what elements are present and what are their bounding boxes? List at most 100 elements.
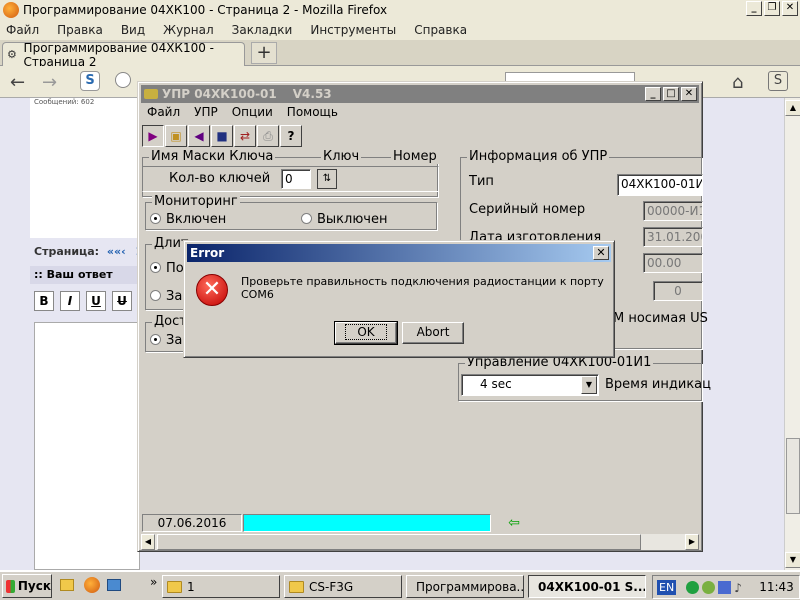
open-folder-icon[interactable]: ▣: [165, 125, 187, 147]
clock: 11:43: [759, 580, 794, 594]
tray-status-icon[interactable]: [702, 580, 716, 594]
read-device-icon[interactable]: ◀: [188, 125, 210, 147]
monitoring-off-radio[interactable]: Выключен: [301, 212, 387, 227]
indication-label: Время индикац: [605, 377, 711, 392]
scroll-left-icon[interactable]: ◀: [141, 534, 155, 550]
back-icon[interactable]: ←: [10, 72, 25, 93]
format-toolbar: B I U U: [34, 291, 132, 311]
minimize-button[interactable]: _: [746, 1, 762, 16]
taskbar-item-firefox[interactable]: Программирова...: [406, 575, 524, 598]
taskbar-item-cs-f3g[interactable]: CS-F3G: [284, 575, 402, 598]
upr-menu-upr[interactable]: УПР: [194, 105, 218, 119]
scroll-down-icon[interactable]: ▼: [785, 552, 800, 568]
taskbar-item-label: Программирова...: [416, 579, 524, 594]
monitoring-on-radio[interactable]: Включен: [150, 212, 226, 227]
firefox-icon: [3, 2, 19, 18]
scroll-up-icon[interactable]: ▲: [785, 100, 800, 116]
serial-label: Серийный номер: [469, 202, 586, 217]
chevron-down-icon[interactable]: ▼: [581, 376, 597, 394]
key-count-spinner-icon[interactable]: ⇅: [317, 169, 337, 189]
h-scroll-thumb[interactable]: [157, 534, 641, 550]
key-icon: [144, 89, 158, 99]
abort-button[interactable]: Abort: [402, 322, 464, 344]
maximize-button[interactable]: ❐: [764, 1, 780, 16]
messages-count: Сообщений: 602: [34, 98, 95, 106]
s-addon-icon[interactable]: S: [80, 71, 100, 91]
upr-window-title: УПР 04ХК100-01: [162, 87, 277, 101]
italic-button[interactable]: I: [60, 291, 80, 311]
save-icon[interactable]: ■: [211, 125, 233, 147]
access-opt1-label: За: [166, 333, 183, 348]
ok-button[interactable]: OK: [334, 321, 398, 345]
mon-on-label: Включен: [166, 212, 227, 227]
taskbar: Пуск » 1 CS-F3G Программирова... 04ХК100…: [0, 570, 800, 600]
taskbar-item-folder-1[interactable]: 1: [162, 575, 280, 598]
access-radio-1[interactable]: За: [150, 333, 182, 348]
bold-button[interactable]: B: [34, 291, 54, 311]
underline-button[interactable]: U: [86, 291, 106, 311]
s-toolbar-icon[interactable]: S: [768, 71, 788, 91]
forward-icon[interactable]: →: [42, 72, 57, 93]
taskbar-item-label: CS-F3G: [309, 579, 354, 594]
time-field: 00.00: [643, 253, 703, 273]
menu-edit[interactable]: Правка: [57, 23, 103, 37]
home-icon[interactable]: ⌂: [732, 72, 743, 93]
upr-close-button[interactable]: ✕: [681, 87, 697, 101]
upr-menu-options[interactable]: Опции: [232, 105, 273, 119]
new-tab-button[interactable]: +: [251, 42, 277, 64]
key-count-row: Кол-во ключей 0 ⇅: [142, 166, 439, 192]
key-count-field[interactable]: 0: [281, 169, 311, 189]
tab-programming[interactable]: ⚙ Программирование 04ХК100 - Страница 2: [2, 40, 245, 69]
error-close-button[interactable]: ✕: [593, 246, 609, 260]
page-label: Страница:: [34, 245, 100, 258]
info-caption: Информация об УПР: [467, 149, 610, 164]
folder-icon: [289, 580, 304, 593]
quicklaunch-app-icon[interactable]: [107, 579, 121, 591]
scroll-thumb[interactable]: [786, 438, 800, 514]
duration-radio-2[interactable]: За: [150, 289, 182, 304]
radio-off-icon: [150, 290, 161, 301]
indication-select[interactable]: 4 sec: [461, 374, 599, 396]
print-icon[interactable]: ⎙: [257, 125, 279, 147]
type-field[interactable]: 04ХК100-01И: [617, 174, 703, 196]
quicklaunch-more-icon[interactable]: »: [150, 575, 157, 589]
duration-radio-1[interactable]: По: [150, 261, 184, 276]
folder-icon: [167, 580, 182, 593]
menu-bookmarks[interactable]: Закладки: [232, 23, 293, 37]
upr-minimize-button[interactable]: _: [645, 87, 661, 101]
error-icon: ✕: [196, 274, 228, 306]
tab-label: Программирование 04ХК100 - Страница 2: [23, 40, 214, 69]
menu-tools[interactable]: Инструменты: [310, 23, 396, 37]
tray-network-icon[interactable]: [686, 580, 700, 594]
tray-monitor-icon[interactable]: [718, 580, 732, 594]
page-first-link[interactable]: ««‹: [107, 245, 126, 258]
page-scrollbar[interactable]: ▲ ▼: [784, 98, 800, 570]
strike-button[interactable]: U: [112, 291, 132, 311]
show-desktop-icon[interactable]: [60, 579, 74, 591]
status-date: 07.06.2016: [142, 514, 242, 532]
taskbar-item-upr[interactable]: 04ХК100-01 S...: [528, 575, 646, 598]
menu-view[interactable]: Вид: [121, 23, 145, 37]
menu-help[interactable]: Справка: [414, 23, 467, 37]
error-title: Error: [190, 246, 225, 260]
upr-horizontal-scrollbar[interactable]: ◀ ▶: [141, 534, 699, 550]
right-panel: [700, 98, 784, 570]
tray-volume-icon[interactable]: ♪: [734, 581, 747, 595]
site-identity-icon[interactable]: [115, 72, 131, 88]
menu-history[interactable]: Журнал: [163, 23, 214, 37]
help-icon[interactable]: ?: [280, 125, 302, 147]
upr-maximize-button[interactable]: □: [663, 87, 679, 101]
menu-file[interactable]: Файл: [6, 23, 39, 37]
upr-menu-help[interactable]: Помощь: [287, 105, 338, 119]
start-button[interactable]: Пуск: [2, 574, 52, 598]
scroll-right-icon[interactable]: ▶: [685, 534, 699, 550]
close-button[interactable]: ✕: [782, 1, 798, 16]
firefox-quicklaunch-icon[interactable]: [84, 577, 100, 593]
connect-tool-icon[interactable]: ▶: [142, 125, 164, 147]
language-indicator[interactable]: EN: [657, 579, 677, 595]
answer-textarea[interactable]: [34, 322, 140, 570]
upr-menu-file[interactable]: Файл: [147, 105, 180, 119]
radio-off-icon: [301, 213, 312, 224]
duration-opt2-label: За: [166, 289, 183, 304]
write-device-icon[interactable]: ⇄: [234, 125, 256, 147]
